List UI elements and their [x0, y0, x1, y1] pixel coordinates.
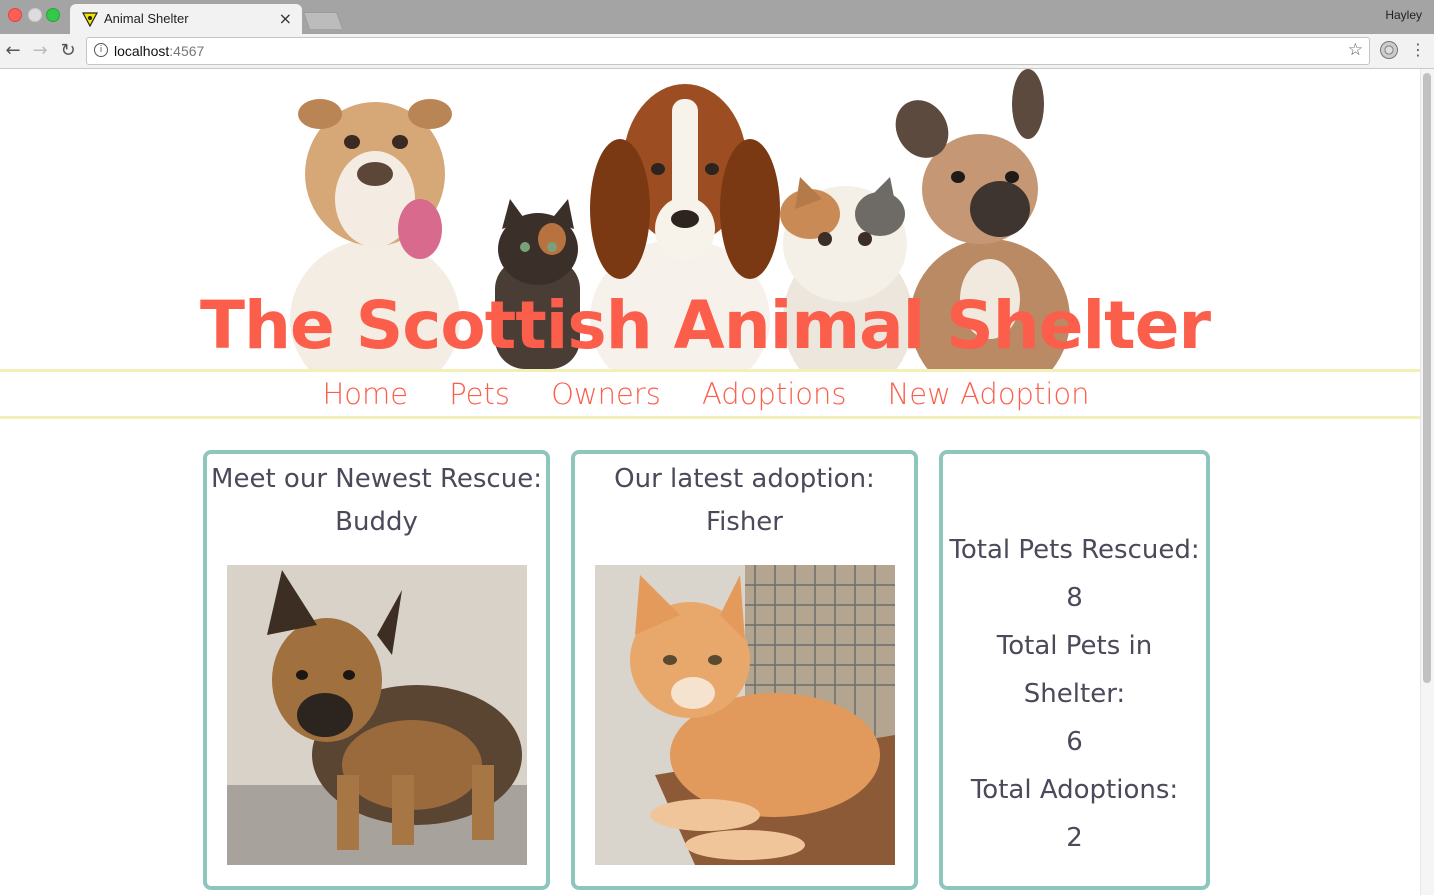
newest-rescue-photo: [227, 565, 527, 865]
stat-rescued-value: 8: [1066, 583, 1083, 613]
latest-adoption-heading: Our latest adoption: Fisher: [575, 458, 914, 544]
window-minimize-button[interactable]: [28, 8, 42, 22]
stats-list: Total Pets Rescued: 8 Total Pets in Shel…: [943, 526, 1206, 862]
stat-in-shelter-value: 6: [1066, 727, 1083, 757]
newest-rescue-name: Buddy: [335, 507, 418, 537]
back-arrow-icon[interactable]: ←: [2, 40, 24, 61]
newest-rescue-card: Meet our Newest Rescue: Buddy: [203, 450, 550, 890]
nav-links: Home Pets Owners Adoptions New Adoption: [0, 372, 1412, 416]
site-title: The Scottish Animal Shelter: [199, 287, 1211, 364]
address-bar[interactable]: i localhost:4567 ☆: [86, 37, 1370, 65]
page-viewport: The Scottish Animal Shelter Home Pets Ow…: [0, 69, 1420, 895]
bookmark-star-icon[interactable]: ☆: [1348, 40, 1363, 60]
newest-rescue-heading: Meet our Newest Rescue: Buddy: [207, 458, 546, 544]
main-nav: Home Pets Owners Adoptions New Adoption: [0, 369, 1420, 419]
browser-titlebar: Animal Shelter × Hayley: [0, 0, 1434, 34]
nav-pets-link[interactable]: Pets: [449, 372, 510, 416]
browser-menu-icon[interactable]: ⋮: [1410, 40, 1426, 59]
profile-name[interactable]: Hayley: [1385, 8, 1422, 22]
tab-close-icon[interactable]: ×: [279, 9, 292, 28]
latest-adoption-label: Our latest adoption:: [614, 464, 875, 494]
stat-rescued-label: Total Pets Rescued:: [949, 535, 1200, 565]
tab-title: Animal Shelter: [104, 11, 189, 26]
window-close-button[interactable]: [8, 8, 22, 22]
url-host: localhost: [114, 43, 170, 59]
new-tab-button[interactable]: [302, 12, 344, 29]
stats-card: Total Pets Rescued: 8 Total Pets in Shel…: [939, 450, 1210, 890]
url-port: :4567: [169, 43, 205, 59]
info-icon[interactable]: i: [94, 43, 108, 57]
nav-home-link[interactable]: Home: [322, 372, 408, 416]
nav-adoptions-link[interactable]: Adoptions: [702, 372, 847, 416]
browser-tab[interactable]: Animal Shelter ×: [70, 4, 302, 34]
nav-owners-link[interactable]: Owners: [551, 372, 661, 416]
reload-icon[interactable]: ↻: [57, 40, 79, 61]
latest-adoption-name: Fisher: [706, 507, 783, 537]
newest-rescue-label: Meet our Newest Rescue:: [211, 464, 542, 494]
page-scrollbar[interactable]: [1420, 69, 1434, 895]
stat-adoptions-label: Total Adoptions:: [970, 775, 1179, 805]
stat-adoptions-value: 2: [1066, 823, 1083, 853]
nav-new-adoption-link[interactable]: New Adoption: [888, 372, 1090, 416]
forward-arrow-icon[interactable]: →: [29, 40, 51, 61]
stat-in-shelter-label: Total Pets in Shelter:: [996, 631, 1153, 709]
latest-adoption-card: Our latest adoption: Fisher: [571, 450, 918, 890]
window-maximize-button[interactable]: [46, 8, 60, 22]
browser-toolbar: ← → ↻ i localhost:4567 ☆ ⋮: [0, 34, 1434, 69]
extension-icon[interactable]: [1380, 41, 1398, 59]
paw-favicon-icon: [82, 12, 98, 27]
scrollbar-thumb[interactable]: [1423, 73, 1431, 683]
url-text[interactable]: localhost:4567: [114, 43, 204, 59]
latest-adoption-photo: [595, 565, 895, 865]
